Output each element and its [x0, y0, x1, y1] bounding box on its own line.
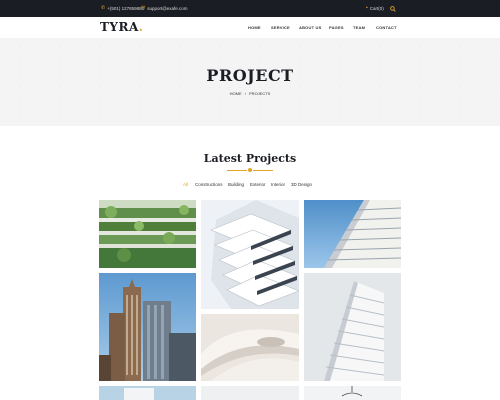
nav-home-label: HOME	[248, 25, 261, 30]
search-icon	[390, 5, 396, 12]
project-image-sky-tower[interactable]	[304, 200, 401, 268]
bottom-left-graphic	[99, 386, 196, 400]
main-header: TYRA. HOME SERVICE ABOUT US PAGES TEAM C…	[0, 17, 500, 38]
breadcrumb-separator: /	[244, 91, 246, 96]
project-image-tall-white-tower[interactable]	[304, 273, 401, 381]
email-address: support@exafe.com	[147, 6, 188, 11]
top-bar: ✆ +(501) 127859881 ✉ support@exafe.com ▪…	[0, 0, 500, 17]
filter-constructions[interactable]: Constructions	[195, 182, 223, 187]
nav-service-label: SERVICE	[271, 25, 290, 30]
filter-all[interactable]: All	[183, 182, 188, 187]
phone-number: +(501) 127859881	[107, 6, 145, 11]
email-contact[interactable]: ✉ support@exafe.com	[141, 0, 188, 17]
nav-pages[interactable]: PAGES	[329, 17, 344, 38]
project-image-bottom-right[interactable]	[304, 386, 401, 400]
title-divider	[227, 168, 273, 172]
nav-pages-label: PAGES	[329, 25, 344, 30]
project-image-curved-architecture[interactable]	[201, 314, 299, 381]
project-image-skyscraper[interactable]	[99, 273, 196, 381]
nav-contact-label: CONTACT	[376, 25, 397, 30]
phone-icon: ✆	[101, 5, 106, 11]
site-logo[interactable]: TYRA.	[100, 20, 143, 34]
page-banner: PROJECT HOME / PROJECTS	[0, 38, 500, 126]
logo-text: TYRA	[100, 20, 139, 34]
sky-tower-graphic	[304, 200, 401, 268]
project-image-bottom-center[interactable]	[201, 386, 299, 400]
breadcrumb-current: PROJECTS	[249, 91, 271, 96]
nav-home[interactable]: HOME	[248, 17, 261, 38]
white-tower-graphic	[201, 200, 299, 309]
project-image-bottom-left[interactable]	[99, 386, 196, 400]
breadcrumb: HOME / PROJECTS	[0, 91, 500, 96]
section-title: Latest Projects	[203, 152, 297, 165]
filter-interior[interactable]: Interior	[271, 182, 285, 187]
nav-team[interactable]: TEAM	[353, 17, 365, 38]
green-building-graphic	[99, 200, 196, 268]
tall-white-tower-graphic	[304, 273, 401, 381]
chandelier-graphic	[304, 386, 401, 400]
filter-exterior[interactable]: Exterior	[250, 182, 266, 187]
cart-label: Cart(0)	[369, 6, 384, 11]
filter-3d-design[interactable]: 3D Design	[291, 182, 312, 187]
search-button[interactable]	[390, 0, 396, 17]
mail-icon: ✉	[141, 5, 146, 11]
cart-link[interactable]: ▪ Cart(0)	[366, 0, 384, 17]
nav-service[interactable]: SERVICE	[271, 17, 290, 38]
cart-icon: ▪	[366, 5, 368, 11]
phone-contact[interactable]: ✆ +(501) 127859881	[101, 0, 144, 17]
curved-architecture-graphic	[201, 314, 299, 381]
page-title: PROJECT	[206, 66, 294, 85]
nav-about-label: ABOUT US	[299, 25, 322, 30]
nav-contact[interactable]: CONTACT	[376, 17, 397, 38]
project-image-green-terraces[interactable]	[99, 200, 196, 268]
filter-building[interactable]: Building	[228, 182, 244, 187]
project-image-white-tower[interactable]	[201, 200, 299, 309]
skyscraper-graphic	[99, 273, 196, 381]
logo-dot: .	[138, 20, 144, 34]
nav-about-us[interactable]: ABOUT US	[299, 17, 322, 38]
nav-team-label: TEAM	[353, 25, 366, 30]
breadcrumb-home[interactable]: HOME	[230, 91, 242, 96]
